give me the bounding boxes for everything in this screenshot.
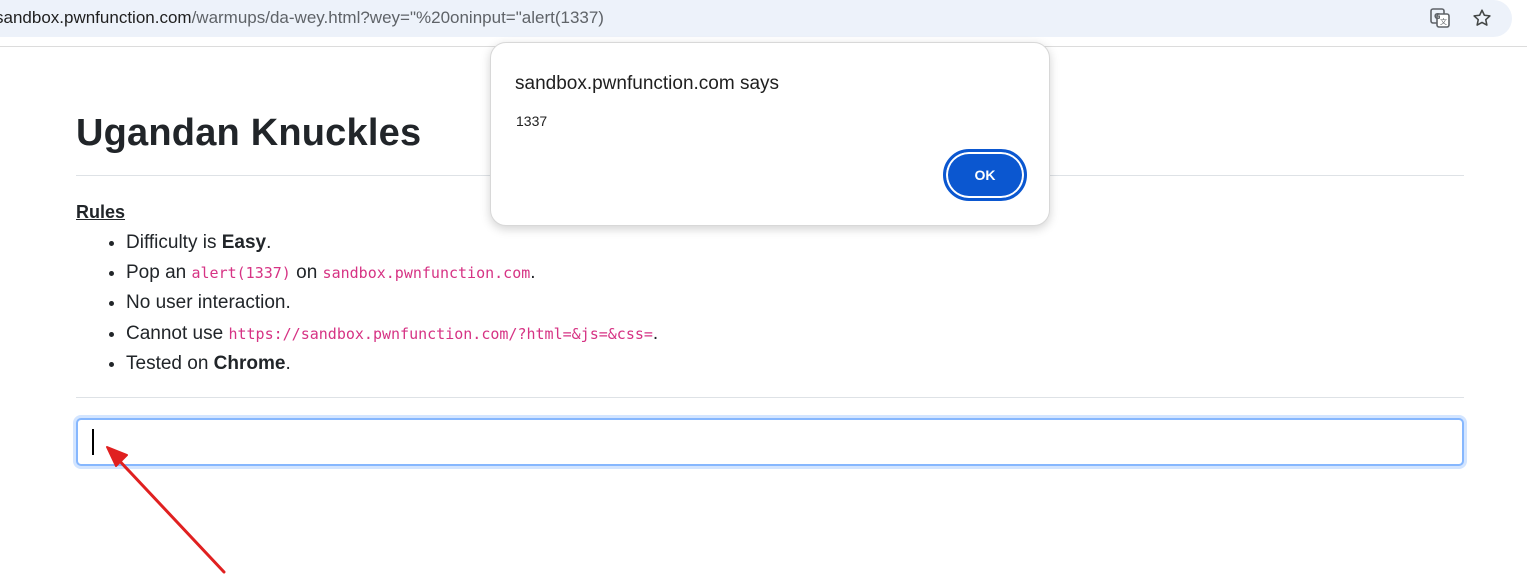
rule-text: . bbox=[652, 322, 659, 344]
text-caret bbox=[92, 429, 94, 455]
rule-text: . bbox=[266, 232, 272, 253]
rule-bold: Chrome bbox=[213, 352, 286, 374]
rules-heading: Rules bbox=[76, 202, 126, 222]
rule-item-difficulty: Difficulty is Easy. bbox=[126, 228, 658, 258]
dialog-title: sandbox.pwnfunction.com says bbox=[515, 73, 780, 94]
rule-text: . bbox=[285, 352, 291, 374]
rule-item-goal: Pop an alert(1337) on sandbox.pwnfunctio… bbox=[126, 258, 658, 288]
wey-input[interactable] bbox=[76, 418, 1464, 466]
divider-bottom bbox=[76, 397, 1464, 398]
rule-text: . bbox=[530, 262, 536, 284]
svg-text:文: 文 bbox=[1440, 17, 1447, 26]
rule-text: Pop an bbox=[126, 262, 192, 284]
bookmark-star-icon[interactable] bbox=[1470, 6, 1494, 30]
rule-bold: Easy bbox=[221, 232, 267, 253]
rule-text: Cannot use bbox=[126, 322, 229, 344]
dialog-message: 1337 bbox=[516, 113, 548, 129]
rule-code: sandbox.pwnfunction.com bbox=[322, 264, 531, 283]
rules-list: Difficulty is Easy. Pop an alert(1337) o… bbox=[76, 228, 658, 379]
rule-text: No user interaction. bbox=[126, 292, 291, 314]
translate-icon[interactable]: G 文 bbox=[1428, 6, 1452, 30]
browser-address-bar: sandbox.pwnfunction.com/warmups/da-wey.h… bbox=[0, 0, 1527, 47]
rule-item-interaction: No user interaction. bbox=[126, 288, 658, 318]
page-title: Ugandan Knuckles bbox=[76, 112, 422, 154]
ok-button[interactable]: OK bbox=[943, 149, 1027, 201]
omnibox[interactable]: sandbox.pwnfunction.com/warmups/da-wey.h… bbox=[0, 0, 1512, 37]
rule-text: Tested on bbox=[126, 352, 214, 374]
rule-text: Difficulty is bbox=[126, 232, 222, 253]
rule-code: https://sandbox.pwnfunction.com/?html=&j… bbox=[228, 324, 653, 343]
rule-text: on bbox=[290, 262, 323, 284]
rule-item-restriction: Cannot use https://sandbox.pwnfunction.c… bbox=[126, 319, 658, 349]
url-path: /warmups/da-wey.html?wey="%20oninput="al… bbox=[191, 8, 604, 27]
rule-item-browser: Tested on Chrome. bbox=[126, 349, 658, 379]
rule-code: alert(1337) bbox=[191, 264, 291, 283]
url-domain: sandbox.pwnfunction.com bbox=[0, 8, 192, 27]
url-text[interactable]: sandbox.pwnfunction.com/warmups/da-wey.h… bbox=[0, 8, 604, 28]
alert-dialog: sandbox.pwnfunction.com says 1337 OK bbox=[490, 42, 1050, 226]
